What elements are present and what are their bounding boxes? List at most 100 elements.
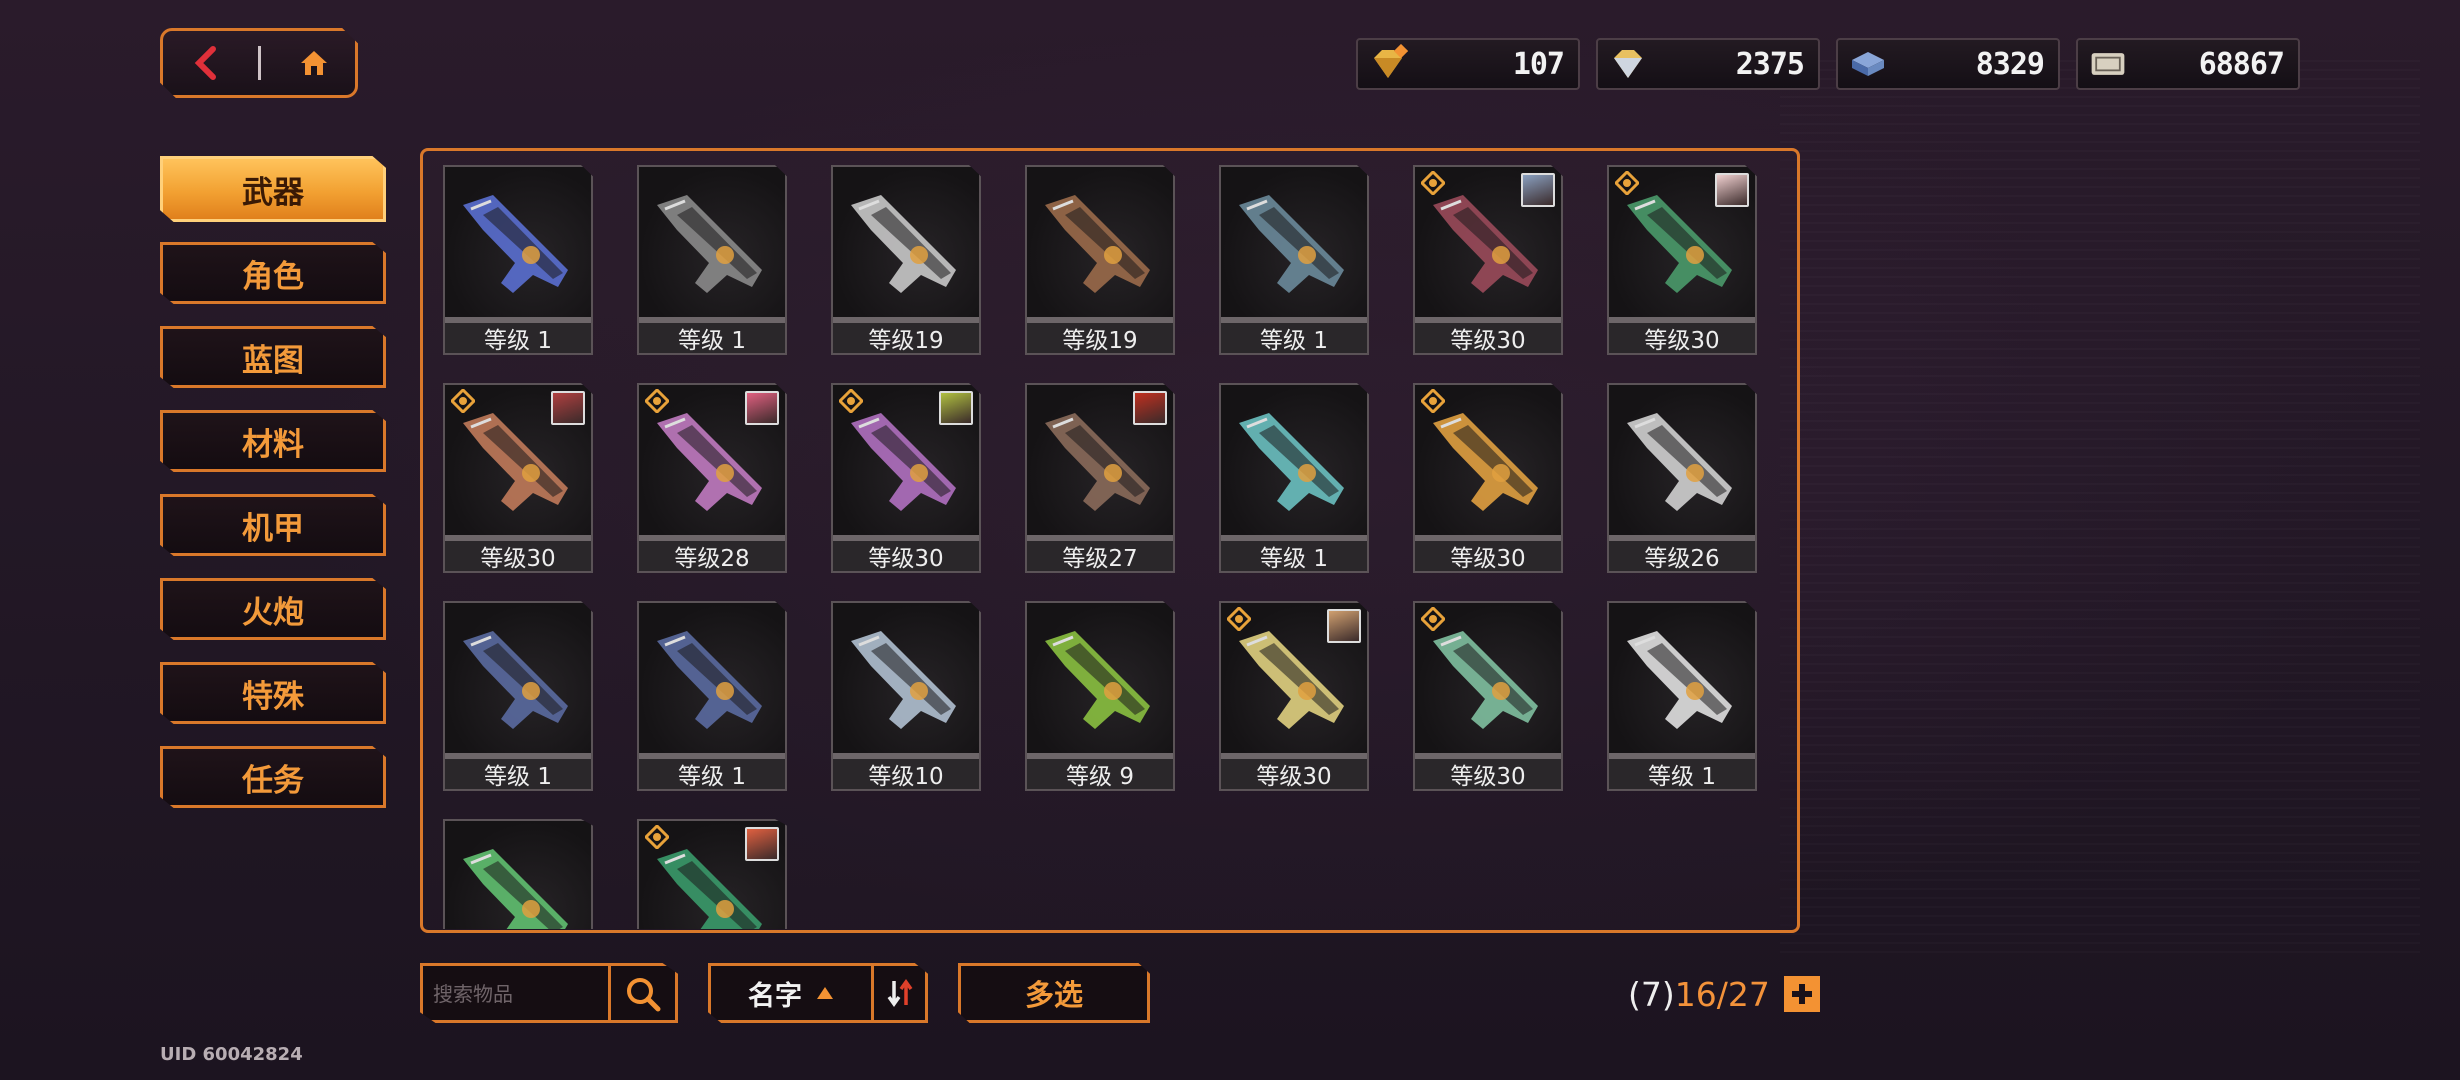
character-portrait-icon (1521, 173, 1555, 207)
weapon-item[interactable]: 等级30 (1413, 165, 1563, 355)
rank-badge-icon (1225, 605, 1253, 633)
user-id: UID 60042824 (160, 1044, 303, 1065)
sort-field-button[interactable]: 名字 (711, 966, 871, 1020)
home-icon[interactable] (284, 33, 344, 93)
weapon-level: 等级 1 (1221, 323, 1367, 354)
tab-8[interactable]: 任务 (160, 746, 386, 808)
weapon-level: 等级30 (445, 541, 591, 572)
currency-value: 8329 (1975, 46, 2045, 82)
weapon-level: 等级19 (833, 323, 979, 354)
weapon-item[interactable]: 等级30 (1413, 383, 1563, 573)
weapon-item[interactable]: 等级 1 (443, 601, 593, 791)
weapon-level: 等级26 (1609, 541, 1755, 572)
currency-value: 107 (1512, 46, 1565, 82)
currency-chip[interactable]: 107 (1356, 38, 1580, 90)
rank-badge-icon (449, 387, 477, 415)
weapon-image (1027, 167, 1173, 317)
weapon-item[interactable]: 等级 1 (637, 165, 787, 355)
sort-box: 名字 (708, 963, 928, 1023)
weapon-image (445, 821, 591, 929)
weapon-item[interactable]: 等级 1 (1607, 601, 1757, 791)
sort-order-icon[interactable] (874, 966, 925, 1020)
diamond-premium-icon (1368, 44, 1408, 84)
tab-5[interactable]: 机甲 (160, 494, 386, 556)
search-box (420, 963, 678, 1023)
weapon-level: 等级 1 (445, 323, 591, 354)
tab-4[interactable]: 材料 (160, 410, 386, 472)
weapon-item[interactable]: 等级30 (1607, 165, 1757, 355)
rank-badge-icon (837, 387, 865, 415)
currency-chip[interactable]: 8329 (1836, 38, 2060, 90)
character-portrait-icon (939, 391, 973, 425)
expand-capacity-button[interactable] (1783, 976, 1820, 1012)
tab-1[interactable]: 武器 (160, 156, 386, 222)
weapon-item[interactable] (637, 819, 787, 929)
weapon-level: 等级 1 (1609, 759, 1755, 790)
weapon-image (639, 167, 785, 317)
weapon-image (833, 603, 979, 753)
weapon-level: 等级 1 (639, 759, 785, 790)
count-prefix: (7) (1628, 974, 1675, 1014)
weapon-level: 等级19 (1027, 323, 1173, 354)
weapon-level: 等级30 (1415, 759, 1561, 790)
weapon-image (1609, 385, 1755, 535)
weapon-level: 等级30 (1221, 759, 1367, 790)
rank-badge-icon (1419, 605, 1447, 633)
weapon-level: 等级 1 (639, 323, 785, 354)
search-icon[interactable] (621, 974, 667, 1014)
tab-6[interactable]: 火炮 (160, 578, 386, 640)
weapon-item[interactable]: 等级30 (443, 383, 593, 573)
character-portrait-icon (1327, 609, 1361, 643)
weapon-image (833, 167, 979, 317)
weapon-item[interactable]: 等级30 (1219, 601, 1369, 791)
character-portrait-icon (551, 391, 585, 425)
weapon-item[interactable]: 等级 9 (1025, 601, 1175, 791)
currency-value: 2375 (1735, 46, 1805, 82)
weapon-level: 等级30 (1415, 541, 1561, 572)
background-lines (1780, 60, 2420, 960)
weapon-item[interactable]: 等级 1 (1219, 383, 1369, 573)
nav-divider (257, 46, 261, 80)
weapon-item[interactable]: 等级 1 (1219, 165, 1369, 355)
inventory-panel[interactable]: 等级 1 等级 1 等级19 等级19 等级 1 等级30 等级30 等级30 等级28 等级30… (420, 148, 1800, 933)
sort-field-label: 名字 (748, 980, 802, 1012)
currency-value: 68867 (2198, 46, 2285, 82)
character-portrait-icon (1133, 391, 1167, 425)
rank-badge-icon (1419, 387, 1447, 415)
weapon-item[interactable]: 等级10 (831, 601, 981, 791)
search-input[interactable] (433, 976, 603, 1012)
count-capacity: 16/27 (1674, 974, 1770, 1014)
back-icon[interactable] (175, 33, 235, 93)
tab-7[interactable]: 特殊 (160, 662, 386, 724)
weapon-image (445, 167, 591, 317)
weapon-item[interactable]: 等级19 (1025, 165, 1175, 355)
rank-badge-icon (1613, 169, 1641, 197)
caret-up-icon (817, 987, 833, 999)
rank-badge-icon (643, 823, 671, 851)
inventory-grid: 等级 1 等级 1 等级19 等级19 等级 1 等级30 等级30 等级30 等级28 等级30… (443, 165, 1788, 930)
currency-chip[interactable]: 2375 (1596, 38, 1820, 90)
weapon-level: 等级30 (1609, 323, 1755, 354)
tab-3[interactable]: 蓝图 (160, 326, 386, 388)
weapon-level: 等级 1 (1221, 541, 1367, 572)
rank-badge-icon (643, 387, 671, 415)
rank-badge-icon (1419, 169, 1447, 197)
weapon-item[interactable]: 等级27 (1025, 383, 1175, 573)
inventory-count: (7) 16/27 (1628, 972, 1820, 1016)
multi-select-button[interactable]: 多选 (958, 963, 1150, 1023)
weapon-item[interactable]: 等级 1 (443, 165, 593, 355)
weapon-item[interactable]: 等级30 (1413, 601, 1563, 791)
weapon-image (1027, 603, 1173, 753)
weapon-level: 等级30 (1415, 323, 1561, 354)
tab-2[interactable]: 角色 (160, 242, 386, 304)
weapon-item[interactable] (443, 819, 593, 929)
weapon-item[interactable]: 等级19 (831, 165, 981, 355)
weapon-image (445, 603, 591, 753)
weapon-item[interactable]: 等级30 (831, 383, 981, 573)
weapon-image (1221, 167, 1367, 317)
weapon-item[interactable]: 等级26 (1607, 383, 1757, 573)
weapon-item[interactable]: 等级28 (637, 383, 787, 573)
weapon-item[interactable]: 等级 1 (637, 601, 787, 791)
currency-chip[interactable]: 68867 (2076, 38, 2300, 90)
weapon-image (1609, 603, 1755, 753)
